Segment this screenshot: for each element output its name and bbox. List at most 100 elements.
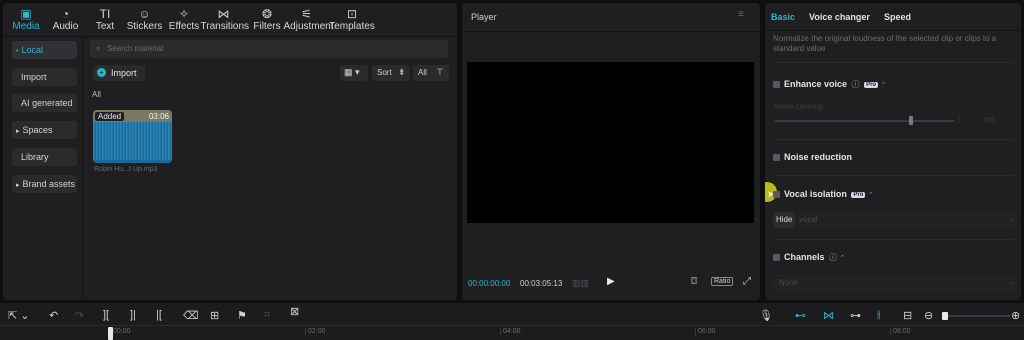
split-right-icon[interactable]: |[ [156, 309, 162, 321]
sidebar-item-import[interactable]: Import [12, 68, 77, 86]
channels-checkbox[interactable] [773, 254, 780, 262]
tab-label: Audio [52, 21, 79, 32]
channels-row[interactable]: Channels ⓘ ⌃ [773, 252, 845, 263]
tab-adjustment[interactable]: ⚟ Adjustment [284, 7, 334, 32]
info-icon: ⓘ [829, 253, 838, 262]
inspector-tab-speed[interactable]: Speed [884, 12, 911, 22]
hide-select[interactable]: Hide vocal ⌄ [773, 212, 1017, 228]
play-icon[interactable]: ▶ [607, 276, 615, 287]
tab-label: Text [95, 21, 115, 32]
timeline-tick-mark [890, 328, 891, 335]
tab-label: Adjustment [283, 21, 334, 32]
tab-templates[interactable]: ⊡ Templates [329, 7, 375, 32]
noise-reduction-checkbox[interactable] [773, 154, 780, 162]
select-tool-icon[interactable]: ⇱ ⌄ [8, 309, 30, 322]
inspector-tab-basic[interactable]: Basic [771, 12, 795, 22]
redo-icon[interactable]: ↷ [75, 309, 84, 322]
grid-view-icon: ▦ ▾ [344, 67, 360, 77]
vocal-isolation-label: Vocal isolation [784, 189, 847, 199]
zoom-slider-handle[interactable] [942, 312, 948, 320]
ratio-button[interactable]: Ratio [711, 277, 734, 286]
zoom-slider[interactable] [944, 315, 1010, 317]
search-input[interactable]: ⌕ Search material [90, 40, 448, 58]
filter-icon: ⊤ [436, 67, 444, 77]
caption-icon[interactable]: ⊟ [903, 309, 912, 322]
sidebar-item-ai-generated[interactable]: AI generated [12, 94, 77, 112]
search-placeholder: Search material [107, 44, 164, 53]
total-time: 00:03:05:13 [520, 279, 563, 288]
sidebar-item-brand-assets[interactable]: ▸ Brand assets [12, 175, 77, 193]
crop-icon[interactable]: ⌗ [264, 309, 270, 322]
normalize-description: Normalize the original loudness of the s… [773, 34, 997, 53]
noise-cleanup-slider[interactable] [775, 120, 955, 122]
noise-reduction-label: Noise reduction [784, 152, 853, 162]
pro-feature-icon[interactable]: ⊠ [290, 305, 299, 318]
sort-label: Sort [377, 68, 392, 77]
fullscreen-crop-icon[interactable]: ⌼ [691, 276, 697, 287]
expand-icon[interactable]: ⤢ [743, 276, 751, 287]
noise-reduction-row[interactable]: Noise reduction [773, 152, 852, 162]
undo-icon[interactable]: ↶ [49, 309, 58, 322]
chevron-up-icon: ⌃ [839, 255, 846, 262]
section-divider [773, 175, 1013, 176]
inspector-divider [765, 30, 1021, 31]
freeze-icon[interactable]: ⊞ [210, 309, 219, 322]
section-divider [773, 239, 1013, 240]
timeline-tick-label: 00:00 [113, 328, 131, 335]
pro-badge: Pro [864, 81, 879, 88]
info-icon: ⓘ [851, 80, 860, 89]
vocal-isolation-checkbox[interactable] [773, 191, 780, 199]
transitions-icon: ⋈ [217, 7, 230, 21]
magnet-icon[interactable]: ⋈ [823, 309, 834, 322]
sidebar-item-label: Import [21, 72, 47, 82]
channels-select[interactable]: None ⌄ [773, 275, 1017, 291]
filter-button[interactable]: All ⊤ [413, 65, 449, 81]
sidebar-item-local[interactable]: • Local [12, 41, 77, 59]
sidebar-bullet-icon: • [16, 48, 19, 55]
slider-handle[interactable] [909, 116, 913, 125]
sidebar-item-spaces[interactable]: ▸ Spaces [12, 121, 77, 139]
media-clip-card[interactable]: Added 03:06 [93, 110, 172, 163]
preview-axis-icon[interactable]: ⫲ [877, 309, 881, 322]
chevron-down-icon: ⌄ [1008, 277, 1015, 286]
added-badge: Added [95, 112, 125, 121]
sidebar-bullet-icon: ▸ [16, 182, 20, 189]
filter-label: All [418, 68, 427, 77]
media-panel: ▣ Media ◔ Audio TI Text ☺ Stickers ✧ Effects ⋈ Tran… [3, 3, 457, 300]
timecode-toggle-icon[interactable]: ▥▥ [572, 278, 589, 289]
video-preview[interactable] [467, 62, 754, 223]
marker-icon[interactable]: ⚑ [237, 309, 247, 322]
delete-icon[interactable]: ⌫ [183, 309, 199, 322]
chevron-down-icon: ⌄ [1008, 214, 1015, 223]
tab-label: Effects [168, 21, 200, 32]
inspector-tab-voice-changer[interactable]: Voice changer [809, 12, 870, 22]
link-main-track-icon[interactable]: ⊷ [795, 309, 806, 322]
split-left-icon[interactable]: ]| [130, 309, 136, 321]
timeline-tick-mark [695, 328, 696, 335]
microphone-icon[interactable]: 🎙 [759, 309, 773, 322]
link-icon[interactable]: ⊶ [850, 309, 861, 322]
sidebar-item-label: AI generated [21, 98, 73, 108]
chevron-up-icon: ⌃ [880, 82, 887, 89]
timeline-tick-mark [500, 328, 501, 335]
zoom-out-icon[interactable]: ⊖ [924, 309, 933, 322]
slider-stepper-icon[interactable]: | [958, 115, 960, 124]
zoom-in-icon[interactable]: ⊕ [1011, 309, 1020, 322]
sidebar-item-library[interactable]: Library [12, 148, 77, 166]
slider-value[interactable]: 0% [984, 116, 996, 125]
playhead[interactable] [108, 327, 113, 340]
channels-label: Channels [784, 252, 825, 262]
import-button[interactable]: + Import [93, 65, 145, 81]
split-icon[interactable]: ][ [103, 309, 109, 321]
section-divider [773, 62, 1013, 63]
enhance-voice-row[interactable]: Enhance voice ⓘ Pro ⌃ [773, 79, 886, 90]
enhance-voice-checkbox[interactable] [773, 81, 780, 89]
sidebar-item-label: Spaces [22, 125, 53, 135]
player-divider [462, 31, 760, 32]
view-toggle-button[interactable]: ▦ ▾ [340, 65, 368, 81]
sort-button[interactable]: Sort ⇟ [372, 65, 410, 81]
import-label: Import [111, 68, 137, 78]
tab-transitions[interactable]: ⋈ Transitions [201, 7, 250, 32]
player-menu-icon[interactable]: ≡ [738, 9, 744, 20]
vocal-isolation-row[interactable]: Vocal isolation Pro ⌃ [773, 189, 874, 199]
